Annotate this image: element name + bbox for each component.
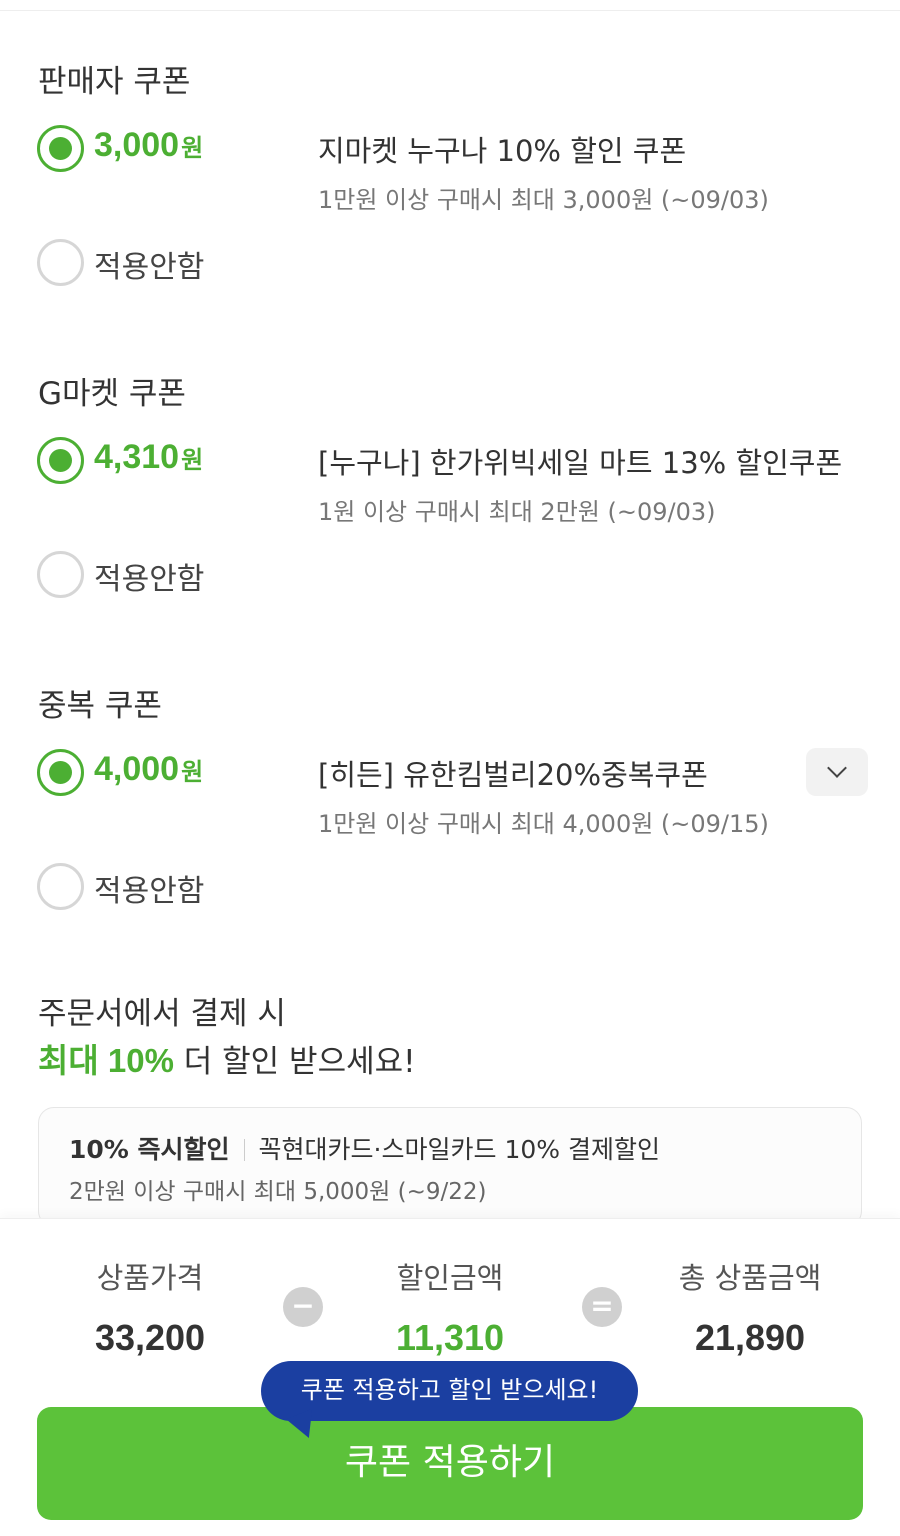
apply-coupon-button[interactable]: 쿠폰 적용하기	[37, 1407, 863, 1520]
section-title: 판매자 쿠폰	[38, 64, 191, 100]
no-coupon-label[interactable]: 적용안함	[94, 242, 204, 286]
minus-icon: −	[283, 1287, 323, 1327]
discount-amount: 할인금액 11,310	[320, 1255, 580, 1359]
no-coupon-label[interactable]: 적용안함	[94, 554, 204, 598]
promo-subline: 최대 10% 더 할인 받으세요!	[38, 1042, 416, 1080]
seller-coupon-section: 판매자 쿠폰 3,000원 지마켓 누구나 10% 할인 쿠폰 1만원 이상 구…	[0, 0, 900, 312]
card-benefit-description: 꼭현대카드·스마일카드 10% 결제할인	[258, 1135, 660, 1164]
coupon-amount: 4,310원	[94, 438, 204, 476]
seller-coupon-radio-selected[interactable]	[37, 125, 84, 172]
discount-amount-value: 11,310	[395, 1317, 505, 1358]
product-price: 상품가격 33,200	[20, 1255, 280, 1359]
seller-no-coupon-radio[interactable]	[37, 239, 84, 286]
coupon-amount: 3,000원	[94, 126, 204, 164]
total-price-value: 21,890	[694, 1317, 806, 1358]
coupon-condition: 1원 이상 구매시 최대 2만원 (~09/03)	[318, 498, 716, 526]
product-price-label: 상품가격	[96, 1261, 204, 1295]
coupon-name: 지마켓 누구나 10% 할인 쿠폰	[318, 134, 687, 168]
duplicate-coupon-section: 중복 쿠폰 4,000원 [히든] 유한킴벌리20%중복쿠폰 1만원 이상 구매…	[0, 624, 900, 936]
apply-coupon-tooltip: 쿠폰 적용하고 할인 받으세요!	[261, 1361, 638, 1421]
gmarket-no-coupon-radio[interactable]	[37, 551, 84, 598]
card-benefit-condition: 2만원 이상 구매시 최대 5,000원 (~9/22)	[69, 1179, 487, 1205]
total-price: 총 상품금액 21,890	[620, 1255, 880, 1359]
card-benefit-box: 10% 즉시할인 꼭현대카드·스마일카드 10% 결제할인 2만원 이상 구매시 …	[38, 1107, 862, 1227]
duplicate-coupon-radio-selected[interactable]	[37, 749, 84, 796]
total-price-label: 총 상품금액	[678, 1261, 822, 1295]
discount-amount-label: 할인금액	[396, 1261, 504, 1295]
divider	[243, 1139, 245, 1161]
section-title: 중복 쿠폰	[38, 688, 162, 724]
chevron-down-icon	[827, 758, 847, 778]
gmarket-coupon-section: G마켓 쿠폰 4,310원 [누구나] 한가위빅세일 마트 13% 할인쿠폰 1…	[0, 312, 900, 624]
coupon-dropdown-button[interactable]	[806, 748, 868, 796]
coupon-condition: 1만원 이상 구매시 최대 4,000원 (~09/15)	[318, 810, 769, 838]
instant-discount-tag: 10% 즉시할인	[69, 1135, 230, 1164]
promo-highlight: 최대 10%	[38, 1042, 174, 1079]
coupon-amount: 4,000원	[94, 750, 204, 788]
no-coupon-label[interactable]: 적용안함	[94, 866, 204, 910]
price-summary-panel: 상품가격 33,200 − 할인금액 11,310 = 총 상품금액 21,89…	[0, 1218, 900, 1536]
duplicate-no-coupon-radio[interactable]	[37, 863, 84, 910]
section-title: G마켓 쿠폰	[38, 376, 186, 412]
coupon-name: [히든] 유한킴벌리20%중복쿠폰	[318, 758, 708, 792]
gmarket-coupon-radio-selected[interactable]	[37, 437, 84, 484]
coupon-name: [누구나] 한가위빅세일 마트 13% 할인쿠폰	[318, 446, 843, 480]
coupon-condition: 1만원 이상 구매시 최대 3,000원 (~09/03)	[318, 186, 769, 214]
equals-icon: =	[582, 1287, 622, 1327]
promo-headline: 주문서에서 결제 시	[38, 996, 286, 1032]
product-price-value: 33,200	[94, 1317, 206, 1358]
